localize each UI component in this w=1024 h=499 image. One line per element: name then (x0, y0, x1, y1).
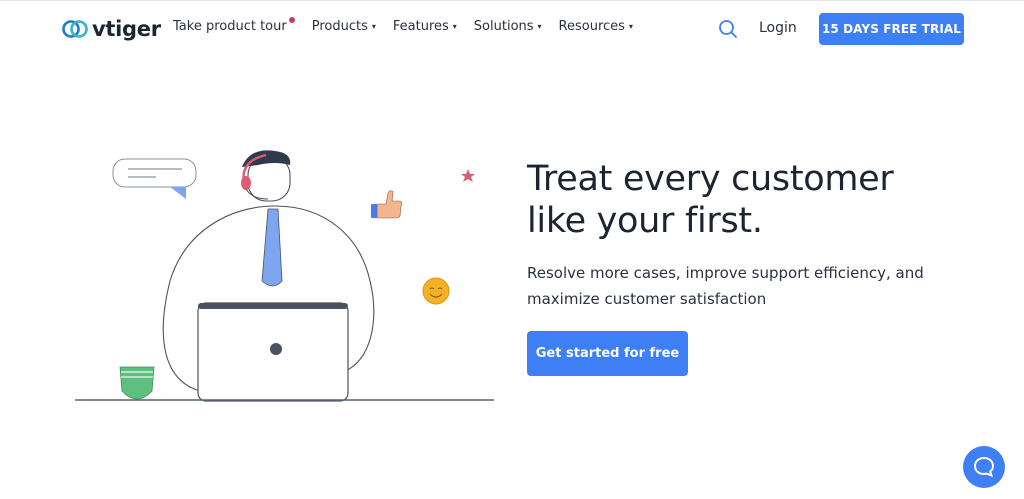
search-button[interactable] (717, 18, 739, 40)
speech-bubble-icon (112, 158, 197, 199)
free-trial-button[interactable]: 15 DAYS FREE TRIAL (819, 13, 964, 45)
nav-products[interactable]: Products ▾ (312, 19, 376, 34)
logo-text: vtiger (92, 17, 161, 41)
nav-label: Products (311, 19, 368, 34)
star-icon (461, 169, 475, 182)
smiley-icon (422, 277, 450, 305)
nav-label: Take product tour (173, 19, 287, 34)
hero-title: Treat every customer like your first. (527, 158, 967, 242)
nav-label: Solutions (473, 19, 534, 34)
nav-resources[interactable]: Resources ▾ (559, 19, 633, 34)
support-agent-illustration (75, 150, 494, 402)
logo-mark-icon (62, 20, 88, 38)
search-icon (719, 20, 737, 38)
chat-icon (973, 456, 995, 478)
chevron-down-icon: ▾ (452, 22, 457, 31)
nav-features[interactable]: Features ▾ (393, 19, 457, 34)
hero-section: Treat every customer like your first. Re… (527, 158, 967, 312)
nav-take-product-tour[interactable]: Take product tour (173, 16, 295, 34)
site-header: vtiger Take product tour Products ▾ Feat… (0, 1, 1024, 57)
login-link[interactable]: Login (759, 20, 797, 36)
nav-label: Features (392, 19, 449, 34)
nav-solutions[interactable]: Solutions ▾ (474, 19, 542, 34)
nav-label: Resources (558, 19, 625, 34)
agent-head (241, 150, 291, 202)
hero-title-line-1: Treat every customer (527, 159, 894, 199)
get-started-button[interactable]: Get started for free (527, 331, 688, 376)
chevron-down-icon: ▾ (537, 22, 542, 31)
hero-subtitle: Resolve more cases, improve support effi… (527, 264, 924, 308)
main-nav: Take product tour Products ▾ Features ▾ … (173, 16, 650, 34)
laptop-icon (197, 302, 349, 402)
chevron-down-icon: ▾ (371, 22, 376, 31)
chevron-down-icon: ▾ (628, 22, 633, 31)
hero-title-line-2: like your first. (527, 201, 763, 241)
cup-icon (119, 366, 155, 400)
page: vtiger Take product tour Products ▾ Feat… (0, 0, 1024, 499)
thumbs-up-icon (371, 190, 403, 219)
chat-widget-button[interactable] (963, 446, 1005, 488)
new-indicator-dot (288, 16, 295, 23)
vtiger-logo[interactable]: vtiger (60, 15, 161, 43)
